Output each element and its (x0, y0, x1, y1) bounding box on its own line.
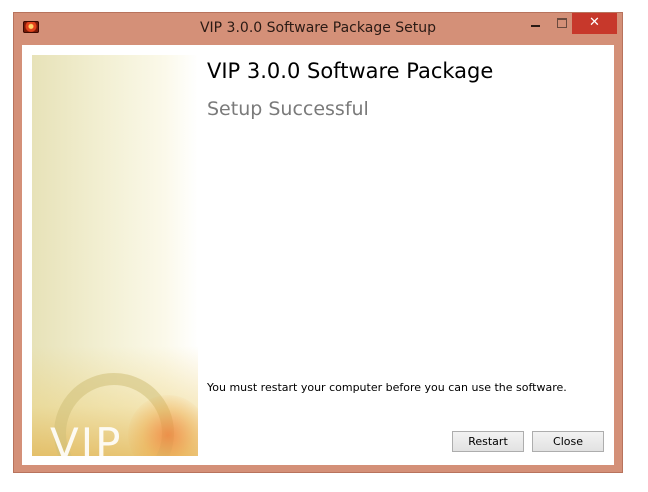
close-button[interactable]: Close (532, 431, 604, 452)
maximize-icon (557, 18, 567, 28)
dialog-content: VIP VIP 3.0.0 Software Package Setup Suc… (22, 45, 614, 465)
minimize-icon (531, 25, 540, 27)
page-title: VIP 3.0.0 Software Package (207, 59, 494, 83)
title-bar[interactable]: VIP 3.0.0 Software Package Setup ✕ (14, 13, 622, 45)
minimize-button[interactable] (523, 13, 549, 34)
close-window-button[interactable]: ✕ (572, 13, 617, 34)
close-icon: ✕ (589, 15, 600, 30)
banner-logo: VIP (50, 419, 123, 456)
setup-window: VIP 3.0.0 Software Package Setup ✕ VIP V… (13, 12, 623, 473)
side-banner-image: VIP (32, 55, 198, 456)
restart-message: You must restart your computer before yo… (207, 381, 567, 394)
page-subtitle: Setup Successful (207, 98, 369, 120)
restart-button[interactable]: Restart (452, 431, 524, 452)
